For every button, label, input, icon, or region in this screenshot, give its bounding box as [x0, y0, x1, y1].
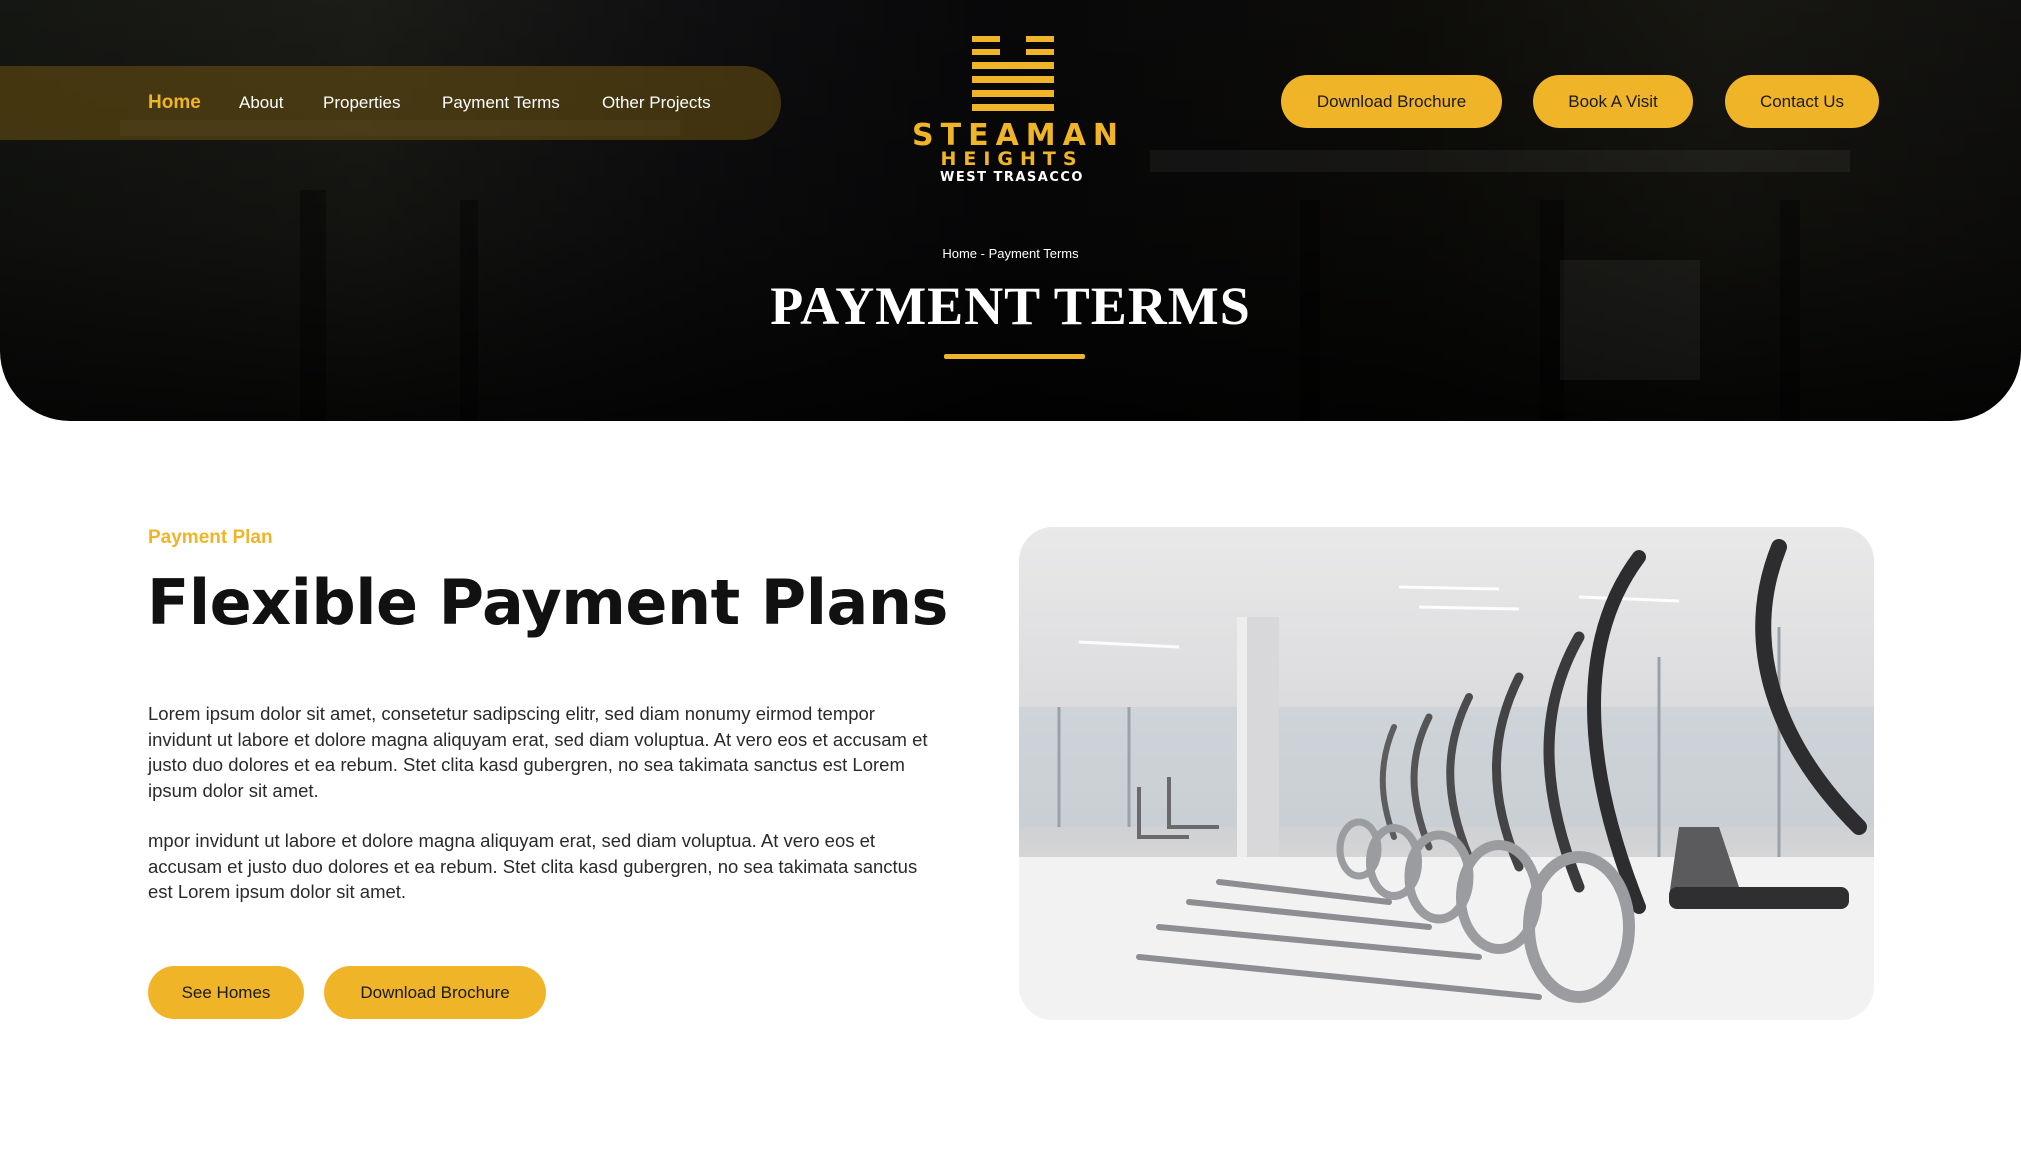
nav-properties[interactable]: Properties — [323, 93, 400, 113]
section-headline: Flexible Payment Plans — [147, 566, 948, 639]
nav-about[interactable]: About — [239, 93, 283, 113]
brand-location: WEST TRASACCO — [940, 170, 1084, 185]
nav-other-projects[interactable]: Other Projects — [602, 93, 711, 113]
contact-us-button[interactable]: Contact Us — [1725, 75, 1879, 128]
nav-home[interactable]: Home — [148, 92, 201, 114]
gym-photo — [1019, 527, 1874, 1020]
book-visit-button[interactable]: Book A Visit — [1533, 75, 1693, 128]
logo-mark-icon — [972, 36, 1054, 111]
intro-paragraph: Lorem ipsum dolor sit amet, consetetur s… — [148, 703, 928, 801]
brand-subname: HEIGHTS — [940, 148, 1084, 170]
download-brochure-button[interactable]: Download Brochure — [1281, 75, 1502, 128]
page-title: PAYMENT TERMS — [770, 276, 1251, 336]
download-brochure-cta-button[interactable]: Download Brochure — [324, 966, 546, 1019]
section-eyebrow: Payment Plan — [148, 527, 273, 548]
breadcrumb: Home - Payment Terms — [942, 246, 1079, 261]
secondary-paragraph: mpor invidunt ut labore et dolore magna … — [148, 830, 918, 902]
see-homes-button[interactable]: See Homes — [148, 966, 304, 1019]
nav-payment-terms[interactable]: Payment Terms — [442, 93, 560, 113]
title-underline — [944, 354, 1085, 359]
hero-banner: Home About Properties Payment Terms Othe… — [0, 0, 2021, 421]
brand-logo[interactable]: STEAMAN HEIGHTS WEST TRASACCO — [912, 36, 1118, 186]
